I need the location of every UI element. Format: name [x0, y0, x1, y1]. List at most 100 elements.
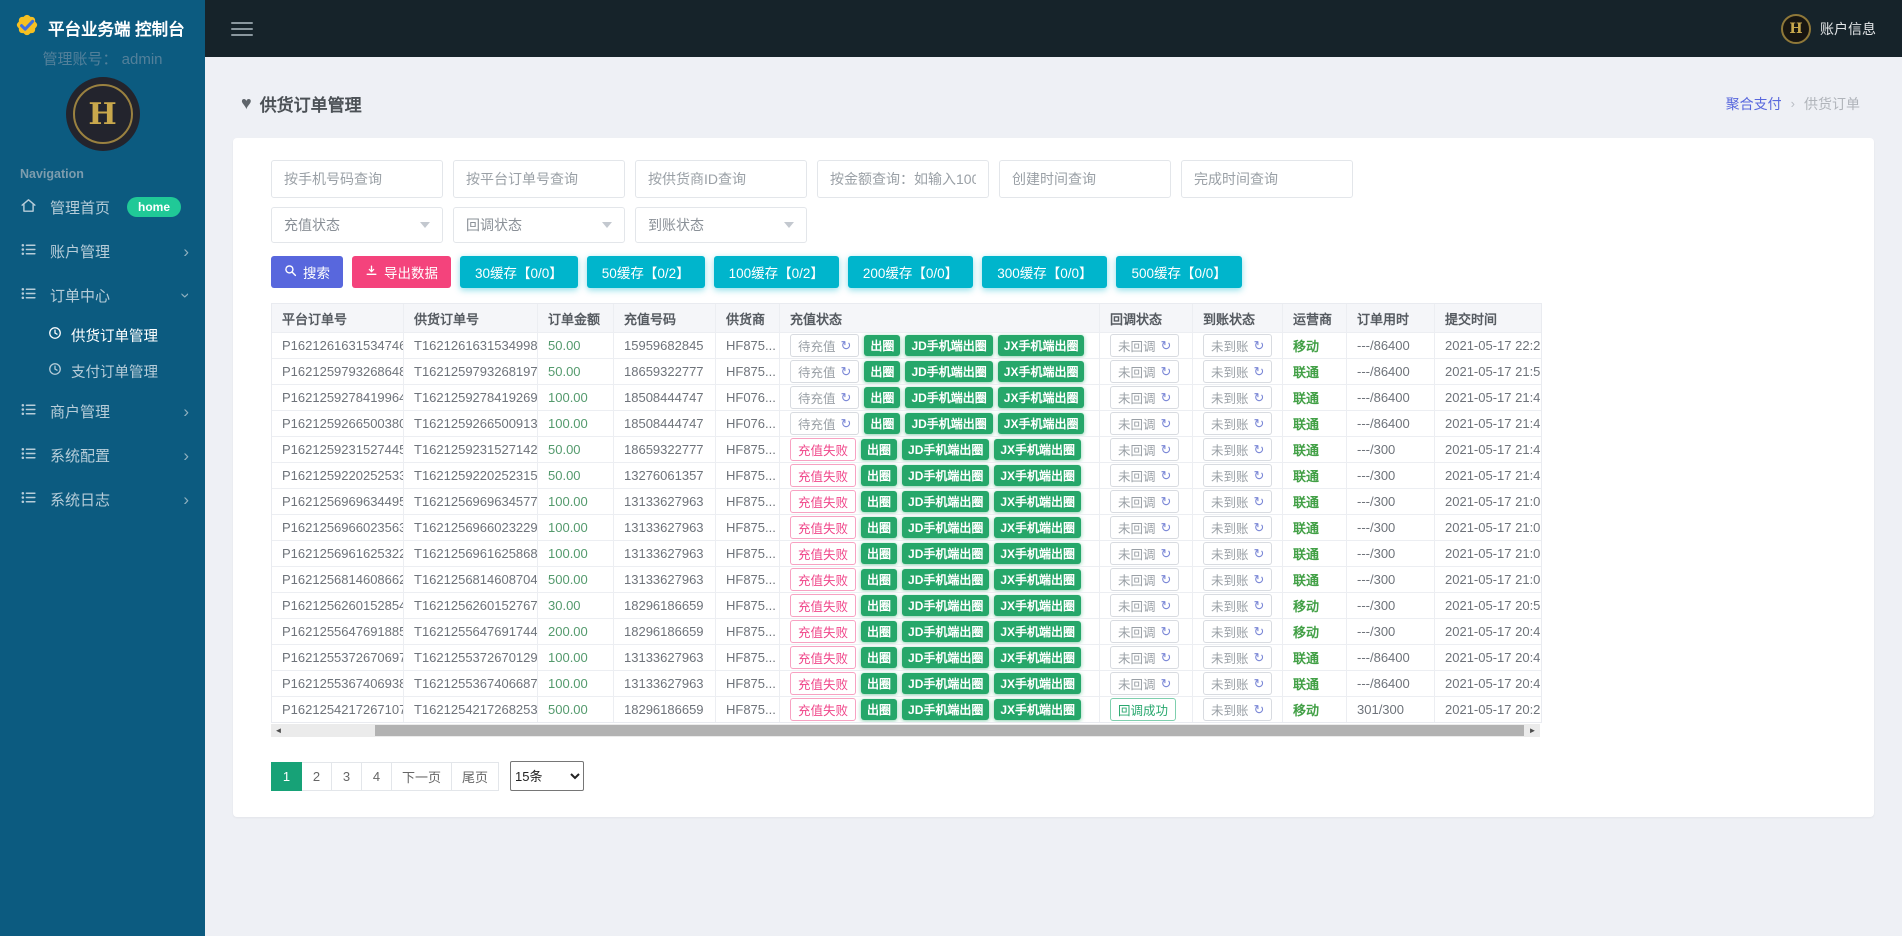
- jd-mobile-out-badge[interactable]: JD手机端出圈: [902, 699, 989, 720]
- callback-status-button[interactable]: 未回调↻: [1110, 438, 1179, 461]
- charge-status-button[interactable]: 充值失败: [790, 568, 856, 591]
- sidebar-item-home[interactable]: 管理首页 home: [0, 185, 205, 229]
- charge-status-button[interactable]: 充值失败: [790, 438, 856, 461]
- arrival-status-button[interactable]: 未到账↻: [1203, 568, 1272, 591]
- jx-mobile-out-badge[interactable]: JX手机端出圈: [998, 387, 1085, 408]
- refresh-icon[interactable]: ↻: [1161, 651, 1172, 664]
- cache-button-5[interactable]: 500缓存【0/0】: [1116, 256, 1241, 288]
- arrival-status-button[interactable]: 未到账↻: [1203, 438, 1272, 461]
- filter-input-0[interactable]: [271, 160, 443, 198]
- charge-status-button[interactable]: 充值失败: [790, 672, 856, 695]
- page-button-3[interactable]: 3: [331, 762, 362, 791]
- callback-status-button[interactable]: 未回调↻: [1110, 360, 1179, 383]
- jx-mobile-out-badge[interactable]: JX手机端出圈: [998, 361, 1085, 382]
- filter-input-2[interactable]: [635, 160, 807, 198]
- arrival-status-button[interactable]: 未到账↻: [1203, 412, 1272, 435]
- refresh-icon[interactable]: ↻: [1161, 599, 1172, 612]
- callback-status-button[interactable]: 未回调↻: [1110, 464, 1179, 487]
- jd-mobile-out-badge[interactable]: JD手机端出圈: [902, 595, 989, 616]
- out-badge[interactable]: 出圈: [861, 673, 897, 694]
- jx-mobile-out-badge[interactable]: JX手机端出圈: [994, 439, 1081, 460]
- jd-mobile-out-badge[interactable]: JD手机端出圈: [902, 491, 989, 512]
- out-badge[interactable]: 出圈: [861, 621, 897, 642]
- refresh-icon[interactable]: ↻: [1254, 703, 1265, 716]
- arrival-status-button[interactable]: 未到账↻: [1203, 386, 1272, 409]
- arrival-status-button[interactable]: 未到账↻: [1203, 620, 1272, 643]
- out-badge[interactable]: 出圈: [864, 413, 900, 434]
- jx-mobile-out-badge[interactable]: JX手机端出圈: [994, 673, 1081, 694]
- jd-mobile-out-badge[interactable]: JD手机端出圈: [902, 647, 989, 668]
- out-badge[interactable]: 出圈: [861, 699, 897, 720]
- sidebar-item-order-center[interactable]: 订单中心 ›: [0, 273, 205, 317]
- scroll-right-arrow-icon[interactable]: ►: [1525, 724, 1540, 737]
- cache-button-4[interactable]: 300缓存【0/0】: [982, 256, 1107, 288]
- cache-button-3[interactable]: 200缓存【0/0】: [848, 256, 973, 288]
- jd-mobile-out-badge[interactable]: JD手机端出圈: [902, 439, 989, 460]
- filter-input-1[interactable]: [453, 160, 625, 198]
- refresh-icon[interactable]: ↻: [1161, 339, 1172, 352]
- out-badge[interactable]: 出圈: [861, 517, 897, 538]
- jx-mobile-out-badge[interactable]: JX手机端出圈: [994, 647, 1081, 668]
- refresh-icon[interactable]: ↻: [1254, 339, 1265, 352]
- refresh-icon[interactable]: ↻: [1161, 521, 1172, 534]
- refresh-icon[interactable]: ↻: [1254, 625, 1265, 638]
- filter-select-0[interactable]: 充值状态: [271, 207, 443, 243]
- arrival-status-button[interactable]: 未到账↻: [1203, 646, 1272, 669]
- callback-status-button[interactable]: 未回调↻: [1110, 334, 1179, 357]
- callback-status-button[interactable]: 未回调↻: [1110, 672, 1179, 695]
- page-button-4[interactable]: 4: [361, 762, 392, 791]
- scrollbar-thumb[interactable]: [375, 725, 1524, 736]
- sidebar-item-accounts[interactable]: 账户管理 ›: [0, 229, 205, 273]
- search-button[interactable]: 搜索: [271, 256, 343, 288]
- filter-input-4[interactable]: [999, 160, 1171, 198]
- refresh-icon[interactable]: ↻: [1161, 495, 1172, 508]
- account-info-button[interactable]: H 账户信息: [1781, 14, 1876, 44]
- scroll-left-arrow-icon[interactable]: ◄: [271, 724, 286, 737]
- arrival-status-button[interactable]: 未到账↻: [1203, 360, 1272, 383]
- charge-status-button[interactable]: 充值失败: [790, 490, 856, 513]
- arrival-status-button[interactable]: 未到账↻: [1203, 594, 1272, 617]
- jd-mobile-out-badge[interactable]: JD手机端出圈: [905, 335, 992, 356]
- refresh-icon[interactable]: ↻: [1254, 651, 1265, 664]
- arrival-status-button[interactable]: 未到账↻: [1203, 334, 1272, 357]
- sidebar-item-pay-orders[interactable]: 支付订单管理: [0, 353, 205, 389]
- callback-status-button[interactable]: 回调成功: [1110, 698, 1176, 721]
- charge-status-button[interactable]: 充值失败: [790, 594, 856, 617]
- refresh-icon[interactable]: ↻: [841, 339, 852, 352]
- charge-status-button[interactable]: 充值失败: [790, 698, 856, 721]
- jd-mobile-out-badge[interactable]: JD手机端出圈: [902, 543, 989, 564]
- refresh-icon[interactable]: ↻: [1254, 365, 1265, 378]
- refresh-icon[interactable]: ↻: [1254, 443, 1265, 456]
- jx-mobile-out-badge[interactable]: JX手机端出圈: [998, 335, 1085, 356]
- refresh-icon[interactable]: ↻: [1254, 417, 1265, 430]
- out-badge[interactable]: 出圈: [861, 569, 897, 590]
- refresh-icon[interactable]: ↻: [1161, 443, 1172, 456]
- export-data-button[interactable]: 导出数据: [352, 256, 451, 288]
- charge-status-button[interactable]: 充值失败: [790, 464, 856, 487]
- callback-status-button[interactable]: 未回调↻: [1110, 568, 1179, 591]
- callback-status-button[interactable]: 未回调↻: [1110, 620, 1179, 643]
- refresh-icon[interactable]: ↻: [1161, 573, 1172, 586]
- sidebar-item-supply-orders[interactable]: 供货订单管理: [0, 317, 205, 353]
- out-badge[interactable]: 出圈: [861, 465, 897, 486]
- jx-mobile-out-badge[interactable]: JX手机端出圈: [994, 569, 1081, 590]
- out-badge[interactable]: 出圈: [861, 491, 897, 512]
- hamburger-menu-icon[interactable]: [231, 18, 253, 40]
- jd-mobile-out-badge[interactable]: JD手机端出圈: [905, 361, 992, 382]
- next-page-button[interactable]: 下一页: [391, 762, 452, 791]
- jd-mobile-out-badge[interactable]: JD手机端出圈: [905, 387, 992, 408]
- arrival-status-button[interactable]: 未到账↻: [1203, 464, 1272, 487]
- callback-status-button[interactable]: 未回调↻: [1110, 646, 1179, 669]
- jx-mobile-out-badge[interactable]: JX手机端出圈: [994, 621, 1081, 642]
- out-badge[interactable]: 出圈: [861, 543, 897, 564]
- sidebar-item-merchants[interactable]: 商户管理 ›: [0, 389, 205, 433]
- jd-mobile-out-badge[interactable]: JD手机端出圈: [905, 413, 992, 434]
- refresh-icon[interactable]: ↻: [1254, 391, 1265, 404]
- charge-status-button[interactable]: 充值失败: [790, 646, 856, 669]
- page-button-1[interactable]: 1: [271, 762, 302, 791]
- refresh-icon[interactable]: ↻: [1161, 417, 1172, 430]
- breadcrumb-parent-link[interactable]: 聚合支付: [1726, 94, 1782, 114]
- callback-status-button[interactable]: 未回调↻: [1110, 542, 1179, 565]
- filter-input-3[interactable]: [817, 160, 989, 198]
- jd-mobile-out-badge[interactable]: JD手机端出圈: [902, 465, 989, 486]
